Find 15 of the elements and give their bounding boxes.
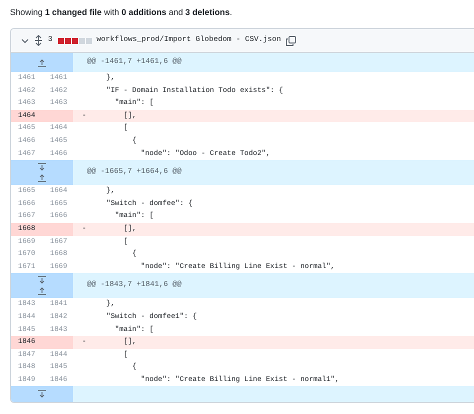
line-number-gutter <box>45 222 73 236</box>
expand-up-icon[interactable] <box>37 58 47 68</box>
diff-summary: Showing 1 changed file with 0 additions and 3 deletions. <box>10 6 234 19</box>
expand-button[interactable] <box>11 273 73 298</box>
expand-up-icon[interactable] <box>37 173 47 184</box>
expand-up-icon[interactable] <box>37 286 47 296</box>
expand-down-icon[interactable] <box>37 162 47 172</box>
unfold-icon[interactable] <box>34 35 43 46</box>
expand-button[interactable] <box>11 160 73 186</box>
copy-icon[interactable] <box>286 36 296 46</box>
line-number-gutter <box>45 336 73 349</box>
expand-down-icon[interactable] <box>37 275 47 286</box>
line-number-gutter <box>45 110 73 122</box>
expand-down-icon[interactable] <box>37 389 47 400</box>
chevron-down-icon[interactable] <box>21 36 29 44</box>
